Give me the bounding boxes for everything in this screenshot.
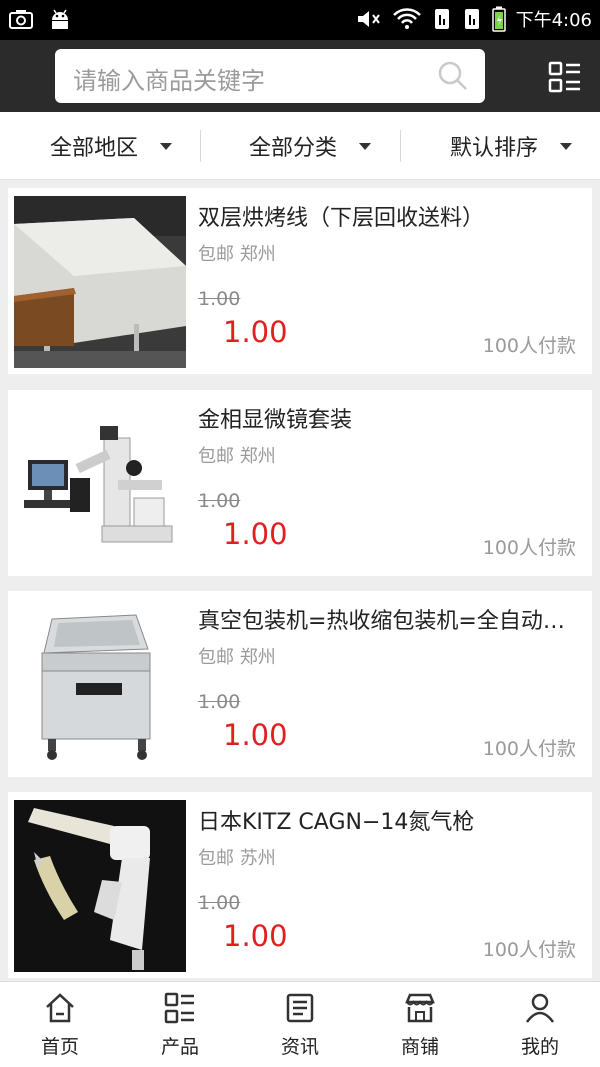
wifi-icon: [392, 8, 421, 29]
product-title[interactable]: 日本KITZ CAGN−14氮气枪: [198, 804, 582, 836]
filter-category[interactable]: 全部分类: [249, 112, 372, 180]
filter-category-label: 全部分类: [249, 136, 338, 161]
product-image-vacuum-packer[interactable]: [14, 599, 186, 771]
product-card[interactable]: 金相显微镜套装 包邮 郑州 1.00 1.00 100人付款: [8, 390, 592, 576]
status-right-icons: 下午4:06: [356, 6, 592, 32]
nav-mine-label: 我的: [520, 1036, 559, 1058]
product-price: 1.00: [223, 919, 288, 953]
battery-icon: [491, 6, 506, 32]
category-menu-icon[interactable]: [548, 61, 582, 93]
grid-list-icon: [164, 992, 194, 1024]
filter-sort[interactable]: 默认排序: [450, 112, 573, 180]
search-icon[interactable]: [437, 60, 469, 92]
nav-home-label: 首页: [40, 1036, 79, 1058]
nav-news-label: 资讯: [280, 1036, 319, 1058]
product-card[interactable]: 日本KITZ CAGN−14氮气枪 包邮 苏州 1.00 1.00 100人付款: [8, 792, 592, 978]
product-location: 包邮 郑州: [198, 244, 276, 265]
product-title[interactable]: 金相显微镜套装: [198, 402, 582, 434]
store-icon: [405, 993, 435, 1023]
top-header: 请输入商品关键字: [0, 40, 600, 112]
nav-store[interactable]: 商铺: [360, 982, 480, 1067]
product-sold-count: 100人付款: [482, 537, 576, 559]
filter-region[interactable]: 全部地区: [50, 112, 173, 180]
product-card[interactable]: 真空包装机=热收缩包装机=全自动包装机 包邮 郑州 1.00 1.00 100人…: [8, 591, 592, 777]
home-icon: [46, 993, 74, 1023]
status-left-icons: [8, 8, 72, 30]
camera-icon: [9, 10, 33, 29]
product-card[interactable]: 双层烘烤线（下层回收送料） 包邮 郑州 1.00 1.00 100人付款: [8, 188, 592, 374]
sim1-signal-icon: [434, 9, 449, 29]
nav-news[interactable]: 资讯: [240, 982, 360, 1067]
search-input[interactable]: 请输入商品关键字: [55, 49, 485, 103]
product-price: 1.00: [223, 517, 288, 551]
status-bar: 下午4:06: [0, 0, 600, 40]
product-location: 包邮 苏州: [198, 848, 276, 869]
caret-down-icon: [359, 142, 372, 150]
product-location: 包邮 郑州: [198, 446, 276, 467]
product-location: 包邮 郑州: [198, 647, 276, 668]
nav-products[interactable]: 产品: [120, 982, 240, 1067]
nav-mine[interactable]: 我的: [480, 982, 600, 1067]
product-image-oven-line[interactable]: [14, 196, 186, 368]
product-old-price: 1.00: [198, 892, 241, 914]
product-title[interactable]: 真空包装机=热收缩包装机=全自动包装机: [198, 603, 582, 635]
caret-down-icon: [160, 142, 173, 150]
search-placeholder: 请输入商品关键字: [73, 67, 265, 95]
status-time: 下午4:06: [515, 10, 592, 31]
nav-products-label: 产品: [160, 1036, 199, 1058]
user-icon: [525, 993, 555, 1023]
product-sold-count: 100人付款: [482, 939, 576, 961]
filter-divider: [400, 130, 401, 162]
product-old-price: 1.00: [198, 691, 241, 713]
filter-region-label: 全部地区: [50, 136, 139, 161]
filter-divider: [200, 130, 201, 162]
product-price: 1.00: [223, 718, 288, 752]
nav-home[interactable]: 首页: [0, 982, 120, 1067]
filter-sort-label: 默认排序: [450, 136, 539, 161]
product-old-price: 1.00: [198, 490, 241, 512]
product-image-microscope[interactable]: [14, 398, 186, 570]
product-sold-count: 100人付款: [482, 738, 576, 760]
product-title[interactable]: 双层烘烤线（下层回收送料）: [198, 200, 582, 232]
news-icon: [286, 993, 314, 1023]
bottom-nav: 首页 产品 资讯 商铺 我的: [0, 981, 600, 1067]
android-icon: [52, 9, 68, 29]
filter-bar: 全部地区 全部分类 默认排序: [0, 112, 600, 180]
product-sold-count: 100人付款: [482, 335, 576, 357]
mute-icon: [357, 11, 380, 27]
product-price: 1.00: [223, 315, 288, 349]
product-old-price: 1.00: [198, 288, 241, 310]
sim2-signal-icon: [464, 9, 479, 29]
caret-down-icon: [560, 142, 573, 150]
product-image-nitrogen-gun[interactable]: [14, 800, 186, 972]
nav-store-label: 商铺: [400, 1036, 439, 1058]
